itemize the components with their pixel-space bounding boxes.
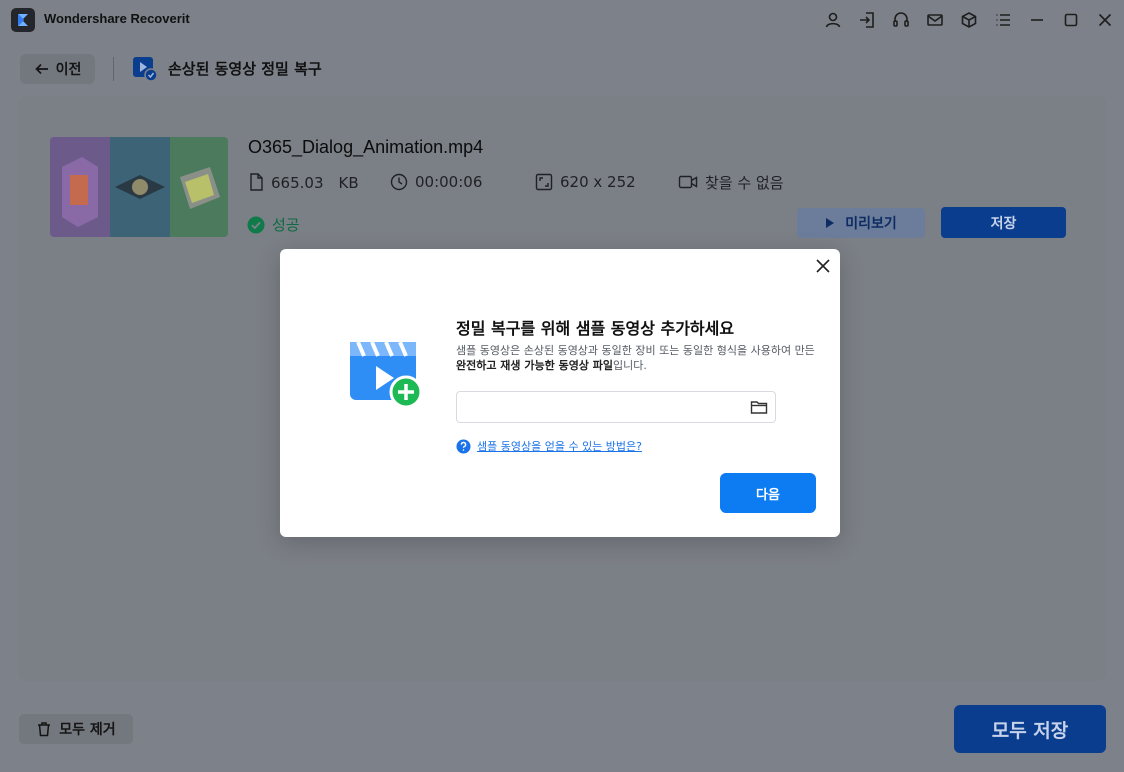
sample-file-field — [456, 391, 776, 423]
resolution-meta: 620 x 252 — [535, 172, 636, 192]
minimize-icon[interactable] — [1024, 7, 1050, 33]
file-size: 665.03 KB — [271, 173, 359, 192]
clock-icon — [390, 173, 408, 191]
repair-status: 성공 — [247, 214, 300, 235]
back-button-label: 이전 — [55, 62, 82, 78]
save-all-button[interactable]: 모두 저장 — [954, 705, 1106, 753]
page-title: 손상된 동영상 정밀 복구 — [168, 60, 322, 78]
remove-all-label: 모두 제거 — [59, 722, 116, 738]
file-size-meta: 665.03 KB — [248, 172, 359, 192]
video-camera-icon — [678, 175, 698, 189]
dialog-close-icon[interactable] — [813, 256, 833, 276]
status-label: 성공 — [272, 216, 300, 234]
file-resolution: 620 x 252 — [560, 173, 636, 191]
headset-icon[interactable] — [888, 7, 914, 33]
trash-icon — [38, 722, 51, 737]
video-thumbnail[interactable] — [50, 137, 228, 237]
dialog-title: 정밀 복구를 위해 샘플 동영상 추가하세요 — [456, 319, 735, 338]
cube-icon[interactable] — [956, 7, 982, 33]
mail-icon[interactable] — [922, 7, 948, 33]
sample-path-input[interactable] — [457, 392, 742, 422]
recoverit-logo-icon — [11, 8, 35, 32]
help-row[interactable]: 샘플 동영상을 얻을 수 있는 방법은? — [456, 438, 642, 454]
dialog-description: 샘플 동영상은 손상된 동영상과 동일한 장비 또는 동일한 형식을 사용하여 … — [456, 343, 816, 373]
dialog-description-emphasis: 완전하고 재생 가능한 동영상 파일 — [456, 359, 613, 372]
back-button[interactable]: 이전 — [20, 54, 95, 84]
dialog-description-text: 샘플 동영상은 손상된 동영상과 동일한 장비 또는 동일한 형식을 사용하여 … — [456, 344, 815, 357]
remove-all-button[interactable]: 모두 제거 — [19, 714, 133, 744]
video-repair-icon — [132, 56, 158, 82]
help-link[interactable]: 샘플 동영상을 얻을 수 있는 방법은? — [477, 438, 642, 454]
duration-meta: 00:00:06 — [390, 172, 482, 192]
file-icon — [250, 173, 263, 191]
codec-meta: 찾을 수 없음 — [678, 172, 784, 192]
user-icon[interactable] — [820, 7, 846, 33]
save-button[interactable]: 저장 — [941, 207, 1066, 238]
success-check-icon — [247, 216, 265, 233]
resolution-icon — [535, 173, 553, 191]
preview-button-label: 미리보기 — [845, 216, 897, 232]
close-icon[interactable] — [1092, 7, 1118, 33]
sign-in-icon[interactable] — [854, 7, 880, 33]
arrow-left-icon — [34, 63, 48, 75]
sample-video-dialog: 정밀 복구를 위해 샘플 동영상 추가하세요 샘플 동영상은 손상된 동영상과 … — [280, 249, 840, 537]
file-codec: 찾을 수 없음 — [705, 173, 784, 192]
header-divider — [113, 57, 114, 81]
menu-icon[interactable] — [990, 7, 1016, 33]
file-name: O365_Dialog_Animation.mp4 — [248, 137, 484, 157]
folder-icon[interactable] — [750, 398, 768, 416]
file-duration: 00:00:06 — [415, 173, 483, 191]
app-title: Wondershare Recoverit — [44, 11, 190, 26]
add-video-illustration-icon — [348, 332, 424, 410]
next-button[interactable]: 다음 — [720, 473, 816, 513]
question-icon — [456, 439, 471, 453]
maximize-icon[interactable] — [1058, 7, 1084, 33]
preview-button[interactable]: 미리보기 — [797, 208, 925, 238]
play-icon — [826, 218, 835, 228]
dialog-description-end: 입니다. — [613, 359, 647, 372]
title-bar: Wondershare Recoverit — [0, 0, 1124, 40]
